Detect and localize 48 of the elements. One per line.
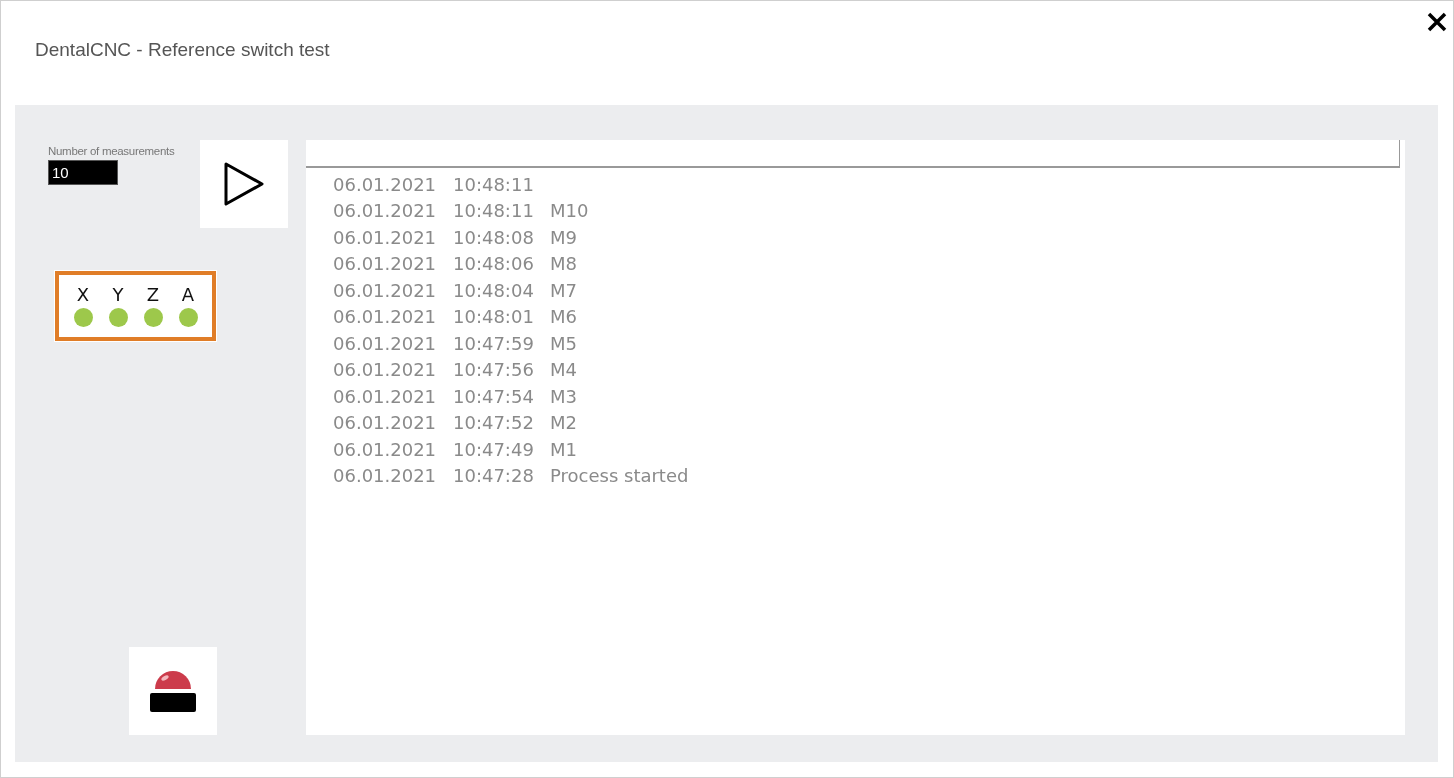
- log-time: 10:48:04: [453, 279, 535, 301]
- log-date: 06.01.2021: [333, 385, 438, 407]
- close-button[interactable]: [1426, 11, 1448, 33]
- measurements-label: Number of measurements: [48, 145, 176, 157]
- log-date: 06.01.2021: [333, 253, 438, 275]
- log-message: M6: [550, 306, 577, 328]
- log-time: 10:48:08: [453, 226, 535, 248]
- stop-button[interactable]: [129, 647, 217, 735]
- close-icon: [1426, 11, 1448, 33]
- log-date: 06.01.2021: [333, 226, 438, 248]
- log-message: Process started: [550, 465, 689, 487]
- log-date: 06.01.2021: [333, 412, 438, 434]
- log-time: 10:48:06: [453, 253, 535, 275]
- log-date: 06.01.2021: [333, 332, 438, 354]
- log-message: M5: [550, 332, 577, 354]
- log-time: 10:47:56: [453, 359, 535, 381]
- axis-label: X: [76, 285, 90, 305]
- axis-label: Y: [112, 285, 124, 305]
- axis-label: Z: [146, 285, 160, 305]
- log-time: 10:47:28: [453, 465, 535, 487]
- log-message: M2: [550, 412, 577, 434]
- log-date: 06.01.2021: [333, 200, 438, 222]
- log-time: 10:47:49: [453, 438, 535, 460]
- log-time: 10:48:11: [453, 200, 535, 222]
- log-message: M4: [550, 359, 577, 381]
- log-message: M3: [550, 385, 577, 407]
- log-date: 06.01.2021: [333, 359, 438, 381]
- axis-label: A: [181, 285, 195, 305]
- play-icon: [222, 160, 266, 208]
- alarm-light-icon: [147, 668, 199, 714]
- log-message: M7: [550, 279, 577, 301]
- log-message: M10: [550, 200, 589, 222]
- log-time: 10:47:54: [453, 385, 535, 407]
- log-time: 10:48:11: [453, 173, 535, 195]
- log-time: 10:48:01: [453, 306, 535, 328]
- log-date: 06.01.2021: [333, 438, 438, 460]
- start-button[interactable]: [200, 140, 288, 228]
- log-message: M1: [550, 438, 577, 460]
- log-date: 06.01.2021: [333, 279, 438, 301]
- log-message: M9: [550, 226, 577, 248]
- log-time: 10:47:52: [453, 412, 535, 434]
- log-date: 06.01.2021: [333, 173, 438, 195]
- window-title: DentalCNC - Reference switch test: [35, 39, 331, 61]
- log-time: 10:47:59: [453, 332, 535, 354]
- measurements-field[interactable]: 10: [48, 160, 118, 185]
- log-message: M8: [550, 253, 577, 275]
- log-date: 06.01.2021: [333, 465, 438, 487]
- log-date: 06.01.2021: [333, 306, 438, 328]
